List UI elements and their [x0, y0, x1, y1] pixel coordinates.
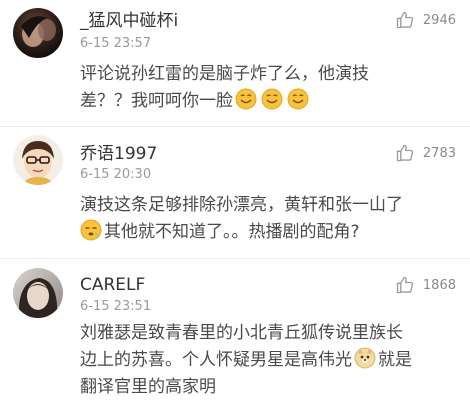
- like-count: 1868: [422, 277, 456, 293]
- smiley-emoji: [287, 88, 309, 110]
- smiley-emoji: [235, 88, 257, 110]
- comment-line: 翻译官里的高家明: [80, 377, 216, 397]
- comment-text: 刘雅瑟是致青春里的小北青丘狐传说里族长 边上的苏喜。个人怀疑男星是高伟光 就是 翻…: [80, 320, 450, 401]
- comment-line-text: 其他就不知道了。。热播剧的配角?: [104, 222, 360, 242]
- comment-line: 其他就不知道了。。热播剧的配角?: [80, 219, 450, 246]
- like-button[interactable]: 1868: [395, 274, 456, 296]
- username[interactable]: _猛风中碰杯i: [80, 11, 178, 31]
- comment-line: 边上的苏喜。个人怀疑男星是高伟光 就是: [80, 347, 450, 374]
- timestamp: 6-15 23:57: [80, 36, 152, 51]
- comment-line-text: 边上的苏喜。个人怀疑男星是高伟光: [80, 350, 352, 370]
- comment-item: 乔语1997 6-15 20:30 2783 演技这条足够排除孙漂亮，黄轩和张一…: [0, 127, 470, 258]
- like-button[interactable]: 2783: [395, 142, 456, 164]
- thumbs-up-icon: [395, 10, 415, 30]
- comment-line: 评论说孙红雷的是脑子炸了么，他演技: [80, 64, 369, 84]
- comment-text: 评论说孙红雷的是脑子炸了么，他演技 差？？我呵呵你一脸: [80, 61, 450, 115]
- avatar[interactable]: [13, 135, 63, 185]
- smiley-emoji: [261, 88, 283, 110]
- comment-line: 差？？我呵呵你一脸: [80, 88, 450, 115]
- doge-emoji: [354, 347, 376, 369]
- comment-line-text: 就是: [378, 350, 412, 370]
- avatar[interactable]: [13, 8, 63, 58]
- sleepy-emoji: [80, 219, 102, 241]
- avatar[interactable]: [13, 268, 63, 318]
- comment-item: _猛风中碰杯i 6-15 23:57 2946 评论说孙红雷的是脑子炸了么，他演…: [0, 0, 470, 126]
- comment-item: CARELF 6-15 23:51 1868 刘雅瑟是致青春里的小北青丘狐传说里…: [0, 259, 470, 414]
- thumbs-up-icon: [395, 143, 415, 163]
- username[interactable]: 乔语1997: [80, 144, 157, 164]
- username[interactable]: CARELF: [80, 275, 145, 295]
- like-count: 2783: [422, 145, 456, 161]
- comment-line: 刘雅瑟是致青春里的小北青丘狐传说里族长: [80, 323, 403, 343]
- timestamp: 6-15 23:51: [80, 299, 152, 314]
- timestamp: 6-15 20:30: [80, 167, 152, 182]
- comment-line: 演技这条足够排除孙漂亮，黄轩和张一山了: [80, 195, 403, 215]
- like-count: 2946: [422, 12, 456, 28]
- comment-text: 演技这条足够排除孙漂亮，黄轩和张一山了 其他就不知道了。。热播剧的配角?: [80, 192, 450, 246]
- thumbs-up-icon: [395, 275, 415, 295]
- like-button[interactable]: 2946: [395, 9, 456, 31]
- comment-line-text: 差？？我呵呵你一脸: [80, 91, 233, 111]
